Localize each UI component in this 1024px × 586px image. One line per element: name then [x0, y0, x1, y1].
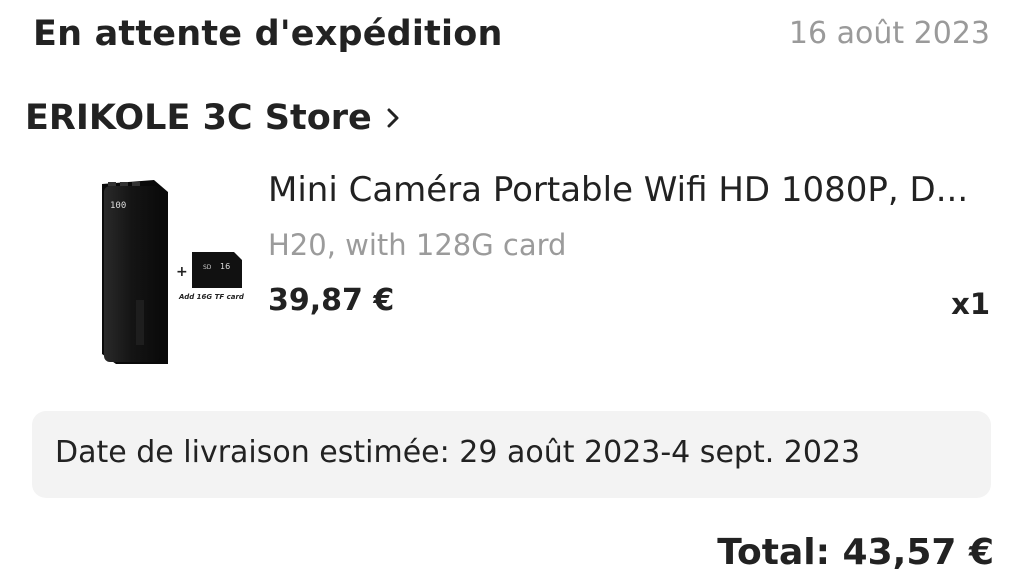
svg-text:100: 100: [110, 201, 126, 211]
svg-text:SD: SD: [203, 264, 212, 271]
svg-text:+: +: [176, 264, 188, 280]
store-name: ERIKOLE 3C Store: [25, 98, 372, 138]
order-status: En attente d'expédition: [33, 14, 503, 54]
store-link[interactable]: ERIKOLE 3C Store: [25, 98, 400, 138]
delivery-estimate-box: Date de livraison estimée: 29 août 2023-…: [32, 411, 991, 498]
order-date: 16 août 2023: [788, 16, 990, 51]
sd-card-label: 16: [220, 262, 230, 271]
delivery-estimate-text: Date de livraison estimée: 29 août 2023-…: [55, 435, 861, 470]
chevron-right-icon: [386, 107, 400, 129]
product-quantity: x1: [951, 287, 990, 321]
product-title[interactable]: Mini Caméra Portable Wifi HD 1080P, D...: [268, 170, 992, 210]
product-variant: H20, with 128G card: [268, 228, 567, 262]
product-price: 39,87 €: [268, 283, 395, 318]
order-total: Total: 43,57 €: [717, 532, 994, 573]
product-thumbnail[interactable]: 100 + SD 16 Add 16G TF card: [96, 170, 256, 370]
image-caption: Add 16G TF card: [178, 293, 245, 301]
